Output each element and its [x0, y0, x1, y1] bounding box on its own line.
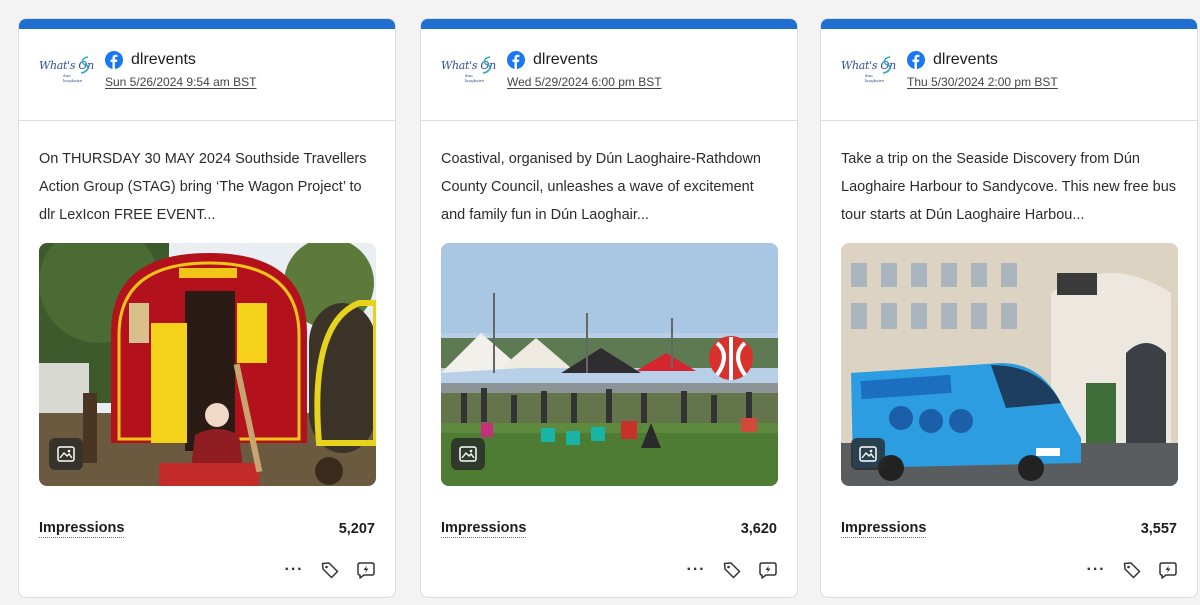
post-text: Coastival, organised by Dún Laoghaire-Ra…	[441, 151, 761, 223]
post-image[interactable]	[841, 243, 1178, 486]
logo-swirl-icon	[80, 56, 89, 74]
tag-icon	[723, 562, 741, 579]
comment-button[interactable]	[757, 559, 779, 581]
card-accent-bar	[821, 19, 1197, 29]
image-icon	[859, 446, 877, 462]
post-card-3[interactable]: What's On dun laoghaire dlrevents Thu 5/…	[820, 18, 1198, 598]
card-header: What's On dun laoghaire dlrevents Sun 5/…	[19, 29, 395, 121]
card-actions: ···	[283, 559, 377, 581]
image-type-badge	[49, 438, 83, 470]
image-type-badge	[851, 438, 885, 470]
post-image[interactable]	[39, 243, 376, 486]
account-name[interactable]: dlrevents	[533, 51, 598, 69]
comment-button[interactable]	[355, 559, 377, 581]
post-image[interactable]	[441, 243, 778, 486]
comment-button[interactable]	[1157, 559, 1179, 581]
post-timestamp-link[interactable]: Thu 5/30/2024 2:00 pm BST	[907, 75, 1058, 89]
impressions-label[interactable]: Impressions	[841, 520, 927, 538]
whats-on-logo: What's On dun laoghaire	[39, 56, 94, 93]
impressions-value: 3,620	[740, 521, 777, 537]
image-icon	[459, 446, 477, 462]
logo-swirl-icon	[482, 56, 491, 74]
tag-icon	[321, 562, 339, 579]
post-timestamp-link[interactable]: Sun 5/26/2024 9:54 am BST	[105, 75, 256, 89]
card-actions: ···	[1085, 559, 1179, 581]
facebook-icon	[105, 51, 123, 69]
post-card-1[interactable]: What's On dun laoghaire dlrevents Sun 5/…	[18, 18, 396, 598]
more-icon[interactable]: ···	[685, 559, 707, 581]
logo-subtext: dun laoghaire	[465, 73, 485, 83]
tag-icon	[1123, 562, 1141, 579]
card-header: What's On dun laoghaire dlrevents Wed 5/…	[421, 29, 797, 121]
logo-swirl-icon	[882, 56, 891, 74]
impressions-row: Impressions 3,557	[841, 520, 1177, 538]
more-icon[interactable]: ···	[1085, 559, 1107, 581]
impressions-value: 5,207	[338, 521, 375, 537]
post-timestamp-link[interactable]: Wed 5/29/2024 6:00 pm BST	[507, 75, 662, 89]
card-accent-bar	[421, 19, 797, 29]
impressions-label[interactable]: Impressions	[39, 520, 125, 538]
facebook-icon	[507, 51, 525, 69]
logo-subtext: dun laoghaire	[63, 73, 83, 83]
post-text: On THURSDAY 30 MAY 2024 Southside Travel…	[39, 151, 367, 223]
image-type-badge	[451, 438, 485, 470]
comment-icon	[759, 562, 777, 579]
tag-button[interactable]	[721, 559, 743, 581]
whats-on-logo: What's On dun laoghaire	[841, 56, 896, 93]
bus-photo	[841, 243, 1178, 486]
more-icon[interactable]: ···	[283, 559, 305, 581]
account-name[interactable]: dlrevents	[933, 51, 998, 69]
tag-button[interactable]	[1121, 559, 1143, 581]
facebook-icon	[907, 51, 925, 69]
card-actions: ···	[685, 559, 779, 581]
comment-icon	[357, 562, 375, 579]
post-text: Take a trip on the Seaside Discovery fro…	[841, 151, 1177, 223]
wagon-photo	[39, 243, 376, 486]
impressions-row: Impressions 3,620	[441, 520, 777, 538]
logo-subtext: dun laoghaire	[865, 73, 885, 83]
impressions-value: 3,557	[1140, 521, 1177, 537]
tag-button[interactable]	[319, 559, 341, 581]
image-icon	[57, 446, 75, 462]
whats-on-logo: What's On dun laoghaire	[441, 56, 496, 93]
festival-photo	[441, 243, 778, 486]
card-header: What's On dun laoghaire dlrevents Thu 5/…	[821, 29, 1197, 121]
account-name[interactable]: dlrevents	[131, 51, 196, 69]
impressions-row: Impressions 5,207	[39, 520, 375, 538]
impressions-label[interactable]: Impressions	[441, 520, 527, 538]
post-card-2[interactable]: What's On dun laoghaire dlrevents Wed 5/…	[420, 18, 798, 598]
comment-icon	[1159, 562, 1177, 579]
card-accent-bar	[19, 19, 395, 29]
